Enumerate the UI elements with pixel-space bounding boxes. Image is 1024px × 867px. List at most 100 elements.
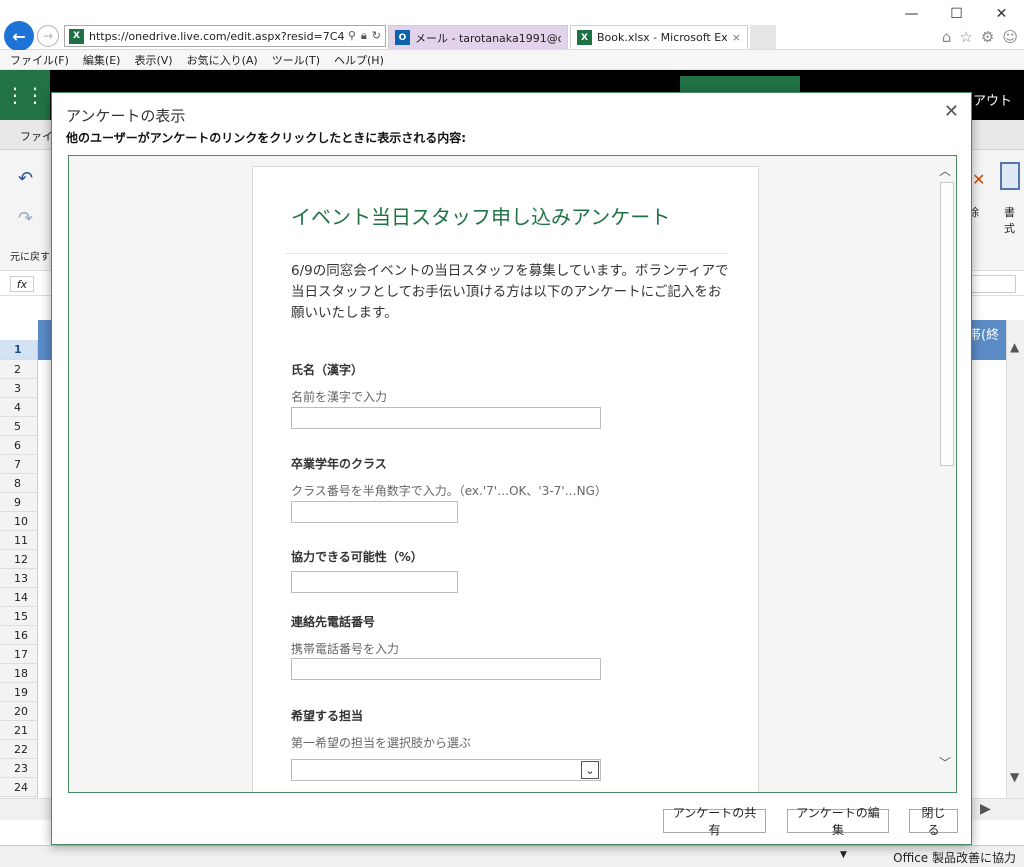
menu-edit[interactable]: 編集(E) xyxy=(83,52,121,68)
search-icon[interactable]: ⚲ xyxy=(348,29,356,43)
menu-favorites[interactable]: お気に入り(A) xyxy=(187,52,258,68)
header-cell[interactable] xyxy=(38,320,52,360)
question-hint: 携帯電話番号を入力 xyxy=(291,642,400,656)
survey-form: イベント当日スタッフ申し込みアンケート 6/9の同窓会イベントの当日スタッフを募… xyxy=(252,166,759,792)
row-header[interactable]: 8 xyxy=(0,474,38,493)
row-header[interactable]: 7 xyxy=(0,455,38,474)
row-header[interactable]: 24 xyxy=(0,778,38,797)
favorites-star-icon[interactable]: ☆ xyxy=(959,28,972,46)
question-label: 協力できる可能性（%） xyxy=(291,550,423,564)
browser-menubar: ファイル(F) 編集(E) 表示(V) お気に入り(A) ツール(T) ヘルプ(… xyxy=(0,50,1024,70)
question-availability: 協力できる可能性（%） xyxy=(291,548,423,565)
question-hint: クラス番号を半角数字で入力。（ex.'7'…OK、'3-7'…NG） xyxy=(291,484,607,498)
row-header[interactable]: 18 xyxy=(0,664,38,683)
question-label: 希望する担当 xyxy=(291,709,364,723)
status-text[interactable]: Office 製品改善に協力 xyxy=(893,849,1016,866)
row-header[interactable]: 6 xyxy=(0,436,38,455)
tab-excel-book[interactable]: X Book.xlsx - Microsoft Excel ... × xyxy=(570,25,748,49)
name-input[interactable] xyxy=(291,407,601,429)
lock-icon[interactable]: 🔒︎ xyxy=(361,29,367,43)
preview-scrollbar[interactable]: ︿ ﹀ xyxy=(937,156,956,792)
row-header[interactable]: 11 xyxy=(0,531,38,550)
clear-icon[interactable]: ✕ xyxy=(972,170,985,189)
ribbon-tab-file[interactable]: ファイ xyxy=(20,128,53,144)
row-header[interactable]: 12 xyxy=(0,550,38,569)
close-icon[interactable]: ✕ xyxy=(944,101,959,122)
close-tab-icon[interactable]: × xyxy=(732,31,741,44)
grid-vertical-scrollbar[interactable]: ▲ ▼ xyxy=(1006,320,1024,798)
excel-icon: X xyxy=(69,28,84,44)
row-header[interactable]: 14 xyxy=(0,588,38,607)
scroll-down-icon[interactable]: ﹀ xyxy=(939,754,951,771)
browser-titlebar: ← → X https://onedrive.live.com/edit.asp… xyxy=(0,0,1024,51)
smiley-feedback-icon[interactable]: ☺ xyxy=(1002,28,1018,46)
row-header[interactable]: 4 xyxy=(0,398,38,417)
phone-input[interactable] xyxy=(291,658,601,680)
tab-label: メール - tarotanaka1991@outloo... xyxy=(415,31,561,45)
edit-survey-button[interactable]: アンケートの編集 xyxy=(787,806,889,837)
dialog-title: アンケートの表示 xyxy=(66,107,186,125)
row-header[interactable]: 5 xyxy=(0,417,38,436)
address-text[interactable]: https://onedrive.live.com/edit.aspx?resi… xyxy=(89,30,344,43)
address-bar[interactable]: X https://onedrive.live.com/edit.aspx?re… xyxy=(64,25,386,47)
row-header[interactable]: 1 xyxy=(0,340,38,360)
menu-help[interactable]: ヘルプ(H) xyxy=(334,52,384,68)
share-survey-button[interactable]: アンケートの共有 xyxy=(663,806,766,837)
survey-title: イベント当日スタッフ申し込みアンケート xyxy=(291,205,671,229)
question-label: 氏名（漢字） xyxy=(291,363,364,377)
app-launcher-icon[interactable]: ⋮⋮ xyxy=(0,70,50,120)
dialog-subtitle: 他のユーザーがアンケートのリンクをクリックしたときに表示される内容: xyxy=(66,131,467,145)
redo-icon[interactable]: ↷ xyxy=(18,208,33,229)
question-hint: 名前を漢字で入力 xyxy=(291,390,388,404)
survey-preview-frame: イベント当日スタッフ申し込みアンケート 6/9の同窓会イベントの当日スタッフを募… xyxy=(68,155,957,793)
chevron-down-icon[interactable]: ▼ xyxy=(840,850,847,860)
scroll-right-icon[interactable]: ▶ xyxy=(980,801,991,817)
row-header[interactable]: 2 xyxy=(0,360,38,379)
minimize-icon[interactable]: — xyxy=(889,0,934,28)
forward-arrow-icon[interactable]: → xyxy=(37,25,59,47)
new-tab-button[interactable] xyxy=(750,25,776,49)
menu-tools[interactable]: ツール(T) xyxy=(272,52,320,68)
row-header[interactable]: 9 xyxy=(0,493,38,512)
formula-input[interactable] xyxy=(966,275,1016,293)
divider xyxy=(285,253,728,254)
class-input[interactable] xyxy=(291,501,458,523)
row-header[interactable]: 23 xyxy=(0,759,38,778)
scroll-down-icon[interactable]: ▼ xyxy=(1010,770,1019,784)
question-name: 氏名（漢字） 名前を漢字で入力 xyxy=(291,361,387,405)
survey-description: 6/9の同窓会イベントの当日スタッフを募集しています。ボランティアで当日スタッフ… xyxy=(291,263,729,321)
row-header[interactable]: 3 xyxy=(0,379,38,398)
scroll-thumb[interactable] xyxy=(940,182,954,466)
row-header[interactable]: 13 xyxy=(0,569,38,588)
row-header[interactable]: 21 xyxy=(0,721,38,740)
question-label: 卒業学年のクラス xyxy=(291,457,387,471)
close-button[interactable]: 閉じる xyxy=(909,806,958,837)
home-icon[interactable]: ⌂ xyxy=(942,28,952,46)
tab-label: Book.xlsx - Microsoft Excel ... xyxy=(597,31,728,44)
settings-gear-icon[interactable]: ⚙ xyxy=(981,28,994,46)
format-icon[interactable] xyxy=(1000,162,1020,190)
row-header[interactable]: 19 xyxy=(0,683,38,702)
row-header[interactable]: 20 xyxy=(0,702,38,721)
fx-icon[interactable]: fx xyxy=(10,276,34,292)
menu-view[interactable]: 表示(V) xyxy=(134,52,172,68)
maximize-icon[interactable]: ☐ xyxy=(934,0,979,28)
tab-outlook-mail[interactable]: O メール - tarotanaka1991@outloo... xyxy=(388,25,568,49)
close-window-icon[interactable]: ✕ xyxy=(979,0,1024,28)
row-header[interactable]: 17 xyxy=(0,645,38,664)
row-header[interactable]: 22 xyxy=(0,740,38,759)
scroll-up-icon[interactable]: ▲ xyxy=(1010,340,1019,354)
role-select[interactable]: ⌄ xyxy=(291,759,601,781)
menu-file[interactable]: ファイル(F) xyxy=(10,52,69,68)
back-arrow-icon[interactable]: ← xyxy=(4,21,34,51)
undo-icon[interactable]: ↶ xyxy=(18,168,33,189)
outlook-icon: O xyxy=(395,30,410,45)
excel-icon: X xyxy=(577,30,592,45)
row-header[interactable]: 15 xyxy=(0,607,38,626)
availability-input[interactable] xyxy=(291,571,458,593)
scroll-up-icon[interactable]: ︿ xyxy=(939,162,951,179)
row-header[interactable]: 16 xyxy=(0,626,38,645)
row-header[interactable]: 10 xyxy=(0,512,38,531)
refresh-icon[interactable]: ↻ xyxy=(372,29,381,43)
chevron-down-icon[interactable]: ⌄ xyxy=(581,761,599,779)
